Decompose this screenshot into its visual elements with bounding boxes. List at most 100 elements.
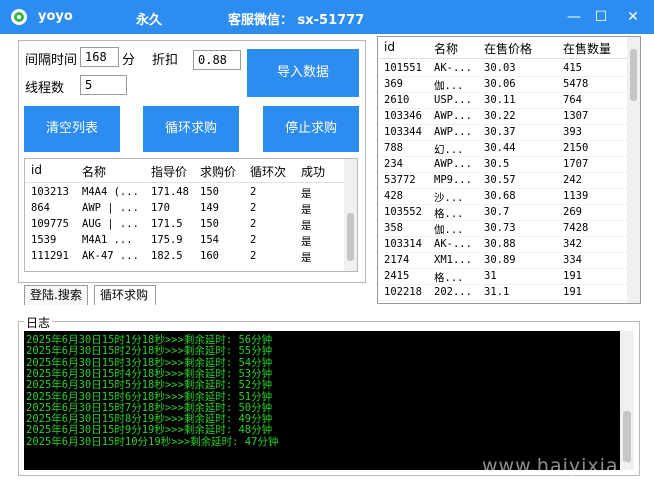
column-header-name[interactable]: 名称 [434,40,458,57]
column-header-id[interactable]: id [31,163,42,177]
cell-sale-price: 30.11 [484,94,516,106]
cell-guide-price: 170 [151,202,170,214]
customer-service-label: 客服微信： sx-51777 [228,13,365,28]
market-table-scrollbar[interactable] [627,37,640,303]
loop-buy-button[interactable]: 循环求购 [143,106,239,152]
cell-sale-price: 30.5 [484,158,510,170]
column-header-guide-price[interactable]: 指导价 [151,163,187,180]
table-row[interactable]: 111291 AK-47 ... 182.5 160 2 是 [25,249,345,265]
cell-buy-price: 160 [200,250,219,262]
cell-name: AK-... [434,238,472,250]
column-header-buy-price[interactable]: 求购价 [200,163,236,180]
column-header-id[interactable]: id [384,40,395,54]
cell-sale-price: 30.89 [484,254,516,266]
cell-sale-count: 764 [563,94,582,106]
cell-name: AUG | ... [82,218,139,230]
discount-label: 折扣 [152,53,179,68]
cell-guide-price: 171.48 [151,186,189,198]
maximize-button[interactable]: ☐ [592,8,610,26]
cell-sale-count: 5478 [563,78,589,90]
buy-table-header: id 名称 指导价 求购价 循环次 成功 [25,159,345,183]
cell-name: AWP | ... [82,202,139,214]
title-bar: yoyo 永久 客服微信： sx-51777 — ☐ ✕ [0,0,654,34]
cell-id: 53772 [384,174,416,186]
cell-id: 369 [384,78,403,90]
tab-login-search[interactable]: 登陆.搜索 [24,285,88,305]
cell-id: 2415 [384,270,410,282]
cell-name: 幻... [434,144,464,156]
cell-success: 是 [301,204,312,216]
threads-input[interactable]: 5 [80,75,127,95]
cell-name: AK-... [434,62,472,74]
column-header-loop-count[interactable]: 循环次 [250,163,286,180]
table-row[interactable]: 234 AWP... 30.5 1707 [378,156,628,173]
cell-sale-count: 1707 [563,158,589,170]
table-row[interactable]: 2610 USP... 30.11 764 [378,92,628,109]
table-row[interactable]: 369 伽... 30.06 5478 [378,76,628,93]
cell-success: 是 [301,188,312,200]
market-table-header: id 名称 在售价格 在售数量 [378,37,628,59]
buy-order-table[interactable]: id 名称 指导价 求购价 循环次 成功 103213 M4A4 (... 17… [24,158,358,272]
cell-buy-price: 149 [200,202,219,214]
scrollbar-thumb[interactable] [347,213,354,261]
column-header-success[interactable]: 成功 [301,163,325,180]
cell-sale-price: 31.1 [484,286,510,298]
table-row[interactable]: 103314 AK-... 30.88 342 [378,236,628,253]
cell-id: 864 [31,202,50,214]
market-price-table[interactable]: id 名称 在售价格 在售数量 101551 AK-... 30.03 415 369 伽… [377,36,641,304]
log-console[interactable]: 2025年6月30日15时1分18秒>>>剩余延时: 56分钟 2025年6月30… [24,331,634,470]
table-row[interactable]: 103552 格... 30.7 269 [378,204,628,221]
table-row[interactable]: 428 沙... 30.68 1139 [378,188,628,205]
clear-list-button[interactable]: 清空列表 [24,106,120,152]
cell-name: AK-47 ... [82,250,139,262]
cell-loop-count: 2 [250,218,257,230]
cell-sale-price: 30.57 [484,174,516,186]
column-header-name[interactable]: 名称 [82,163,106,180]
table-row[interactable]: 1539 M4A1 ... 175.9 154 2 是 [25,233,345,249]
table-row[interactable]: 788 幻... 30.44 2150 [378,140,628,157]
cell-sale-price: 30.88 [484,238,516,250]
tab-loop-buy[interactable]: 循环求购 [94,285,156,305]
cell-id: 103314 [384,238,422,250]
cell-id: 103346 [384,110,422,122]
cell-sale-count: 2150 [563,142,589,154]
table-row[interactable]: 109775 AUG | ... 171.5 150 2 是 [25,217,345,233]
table-row[interactable]: 103344 AWP... 30.37 393 [378,124,628,141]
table-row[interactable]: 103346 AWP... 30.22 1307 [378,108,628,125]
buy-table-scrollbar[interactable] [344,159,357,271]
column-header-sale-count[interactable]: 在售数量 [563,40,611,57]
minimize-button[interactable]: — [565,8,583,26]
discount-input[interactable]: 0.88 [193,50,241,70]
table-row[interactable]: 103213 M4A4 (... 171.48 150 2 是 [25,185,345,201]
threads-label: 线程数 [25,81,65,96]
import-data-button[interactable]: 导入数据 [247,49,359,97]
interval-input[interactable]: 168 [80,47,119,67]
watermark: www.haiyixian.com [482,455,654,477]
table-row[interactable]: 2174 XM1... 30.89 334 [378,252,628,269]
cell-buy-price: 154 [200,234,219,246]
cell-sale-price: 30.7 [484,206,510,218]
cell-id: 102218 [384,286,422,298]
license-label: 永久 [136,13,163,28]
table-row[interactable]: 102218 202... 31.1 191 [378,284,628,301]
close-button[interactable]: ✕ [624,8,642,26]
scrollbar-thumb[interactable] [630,49,637,101]
table-row[interactable]: 101551 AK-... 30.03 415 [378,60,628,77]
table-row[interactable]: 864 AWP | ... 170 149 2 是 [25,201,345,217]
cell-buy-price: 150 [200,218,219,230]
table-row[interactable]: 358 伽... 30.73 7428 [378,220,628,237]
cell-name: 伽... [434,80,464,92]
cell-success: 是 [301,236,312,248]
cell-name: 沙... [434,192,464,204]
cell-sale-count: 342 [563,238,582,250]
table-row[interactable]: 53772 MP9... 30.57 242 [378,172,628,189]
cell-name: XM1... [434,254,472,266]
stop-buy-button[interactable]: 停止求购 [263,106,359,152]
column-header-sale-price[interactable]: 在售价格 [484,40,532,57]
cell-loop-count: 2 [250,186,257,198]
cell-name: 202... [434,286,472,298]
cell-sale-price: 31 [484,270,497,282]
log-scrollbar[interactable] [620,331,634,470]
cell-id: 2174 [384,254,410,266]
table-row[interactable]: 2415 格... 31 191 [378,268,628,285]
